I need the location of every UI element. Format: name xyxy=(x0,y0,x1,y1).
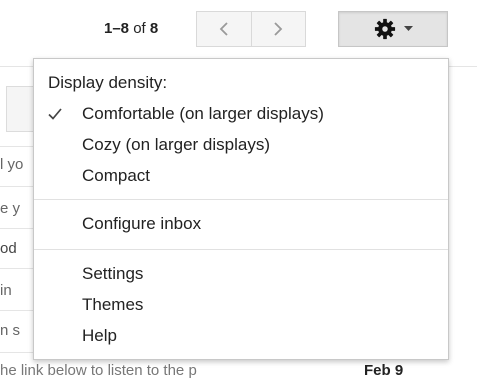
density-header-label: Display density: xyxy=(48,73,168,92)
row-snippet-fragment: l yo xyxy=(0,156,24,173)
pager-total: 8 xyxy=(149,20,159,37)
row-snippet-fragment: od xyxy=(0,240,17,257)
row-date: Feb 9 xyxy=(364,362,404,379)
menu-item-label: Settings xyxy=(82,264,144,283)
older-button[interactable] xyxy=(250,11,306,47)
pager-of: of xyxy=(133,20,146,37)
settings-button[interactable] xyxy=(338,11,448,47)
density-header: Display density: xyxy=(34,70,448,96)
pager-count: 1–8 of 8 xyxy=(104,19,158,39)
menu-item-themes[interactable]: Themes xyxy=(34,292,448,318)
menu-item-label: Cozy (on larger displays) xyxy=(82,135,271,154)
menu-item-help[interactable]: Help xyxy=(34,323,448,349)
menu-item-label: Help xyxy=(82,326,117,345)
menu-item-label: Themes xyxy=(82,295,144,314)
menu-item-label: Comfortable (on larger displays) xyxy=(82,104,324,123)
pager-nav xyxy=(196,11,306,47)
row-snippet-fragment: in xyxy=(0,282,12,299)
menu-item-label: Compact xyxy=(82,166,151,185)
menu-item-settings[interactable]: Settings xyxy=(34,261,448,287)
newer-button[interactable] xyxy=(196,11,252,47)
settings-menu: Display density: Comfortable (on larger … xyxy=(33,58,449,360)
pager-range: 1–8 xyxy=(104,20,130,37)
row-snippet-fragment: e y xyxy=(0,200,21,217)
chevron-right-icon xyxy=(274,22,283,36)
menu-item-compact[interactable]: Compact xyxy=(34,163,448,189)
menu-item-configure-inbox[interactable]: Configure inbox xyxy=(34,211,448,237)
table-row[interactable]: he link below to listen to the p Feb 9 xyxy=(0,362,477,380)
gear-icon xyxy=(374,18,395,40)
row-snippet: he link below to listen to the p xyxy=(0,362,197,379)
menu-item-comfortable[interactable]: Comfortable (on larger displays) xyxy=(34,101,448,127)
caret-down-icon xyxy=(403,26,413,31)
menu-item-cozy[interactable]: Cozy (on larger displays) xyxy=(34,132,448,158)
row-snippet-fragment: n s xyxy=(0,322,21,339)
menu-item-label: Configure inbox xyxy=(82,214,202,233)
menu-divider xyxy=(34,249,448,250)
chevron-left-icon xyxy=(219,22,228,36)
inbox-page: 1–8 of 8 l yo e y od in n s he link belo… xyxy=(0,0,477,380)
checkmark-icon xyxy=(48,108,62,120)
menu-divider xyxy=(34,199,448,200)
